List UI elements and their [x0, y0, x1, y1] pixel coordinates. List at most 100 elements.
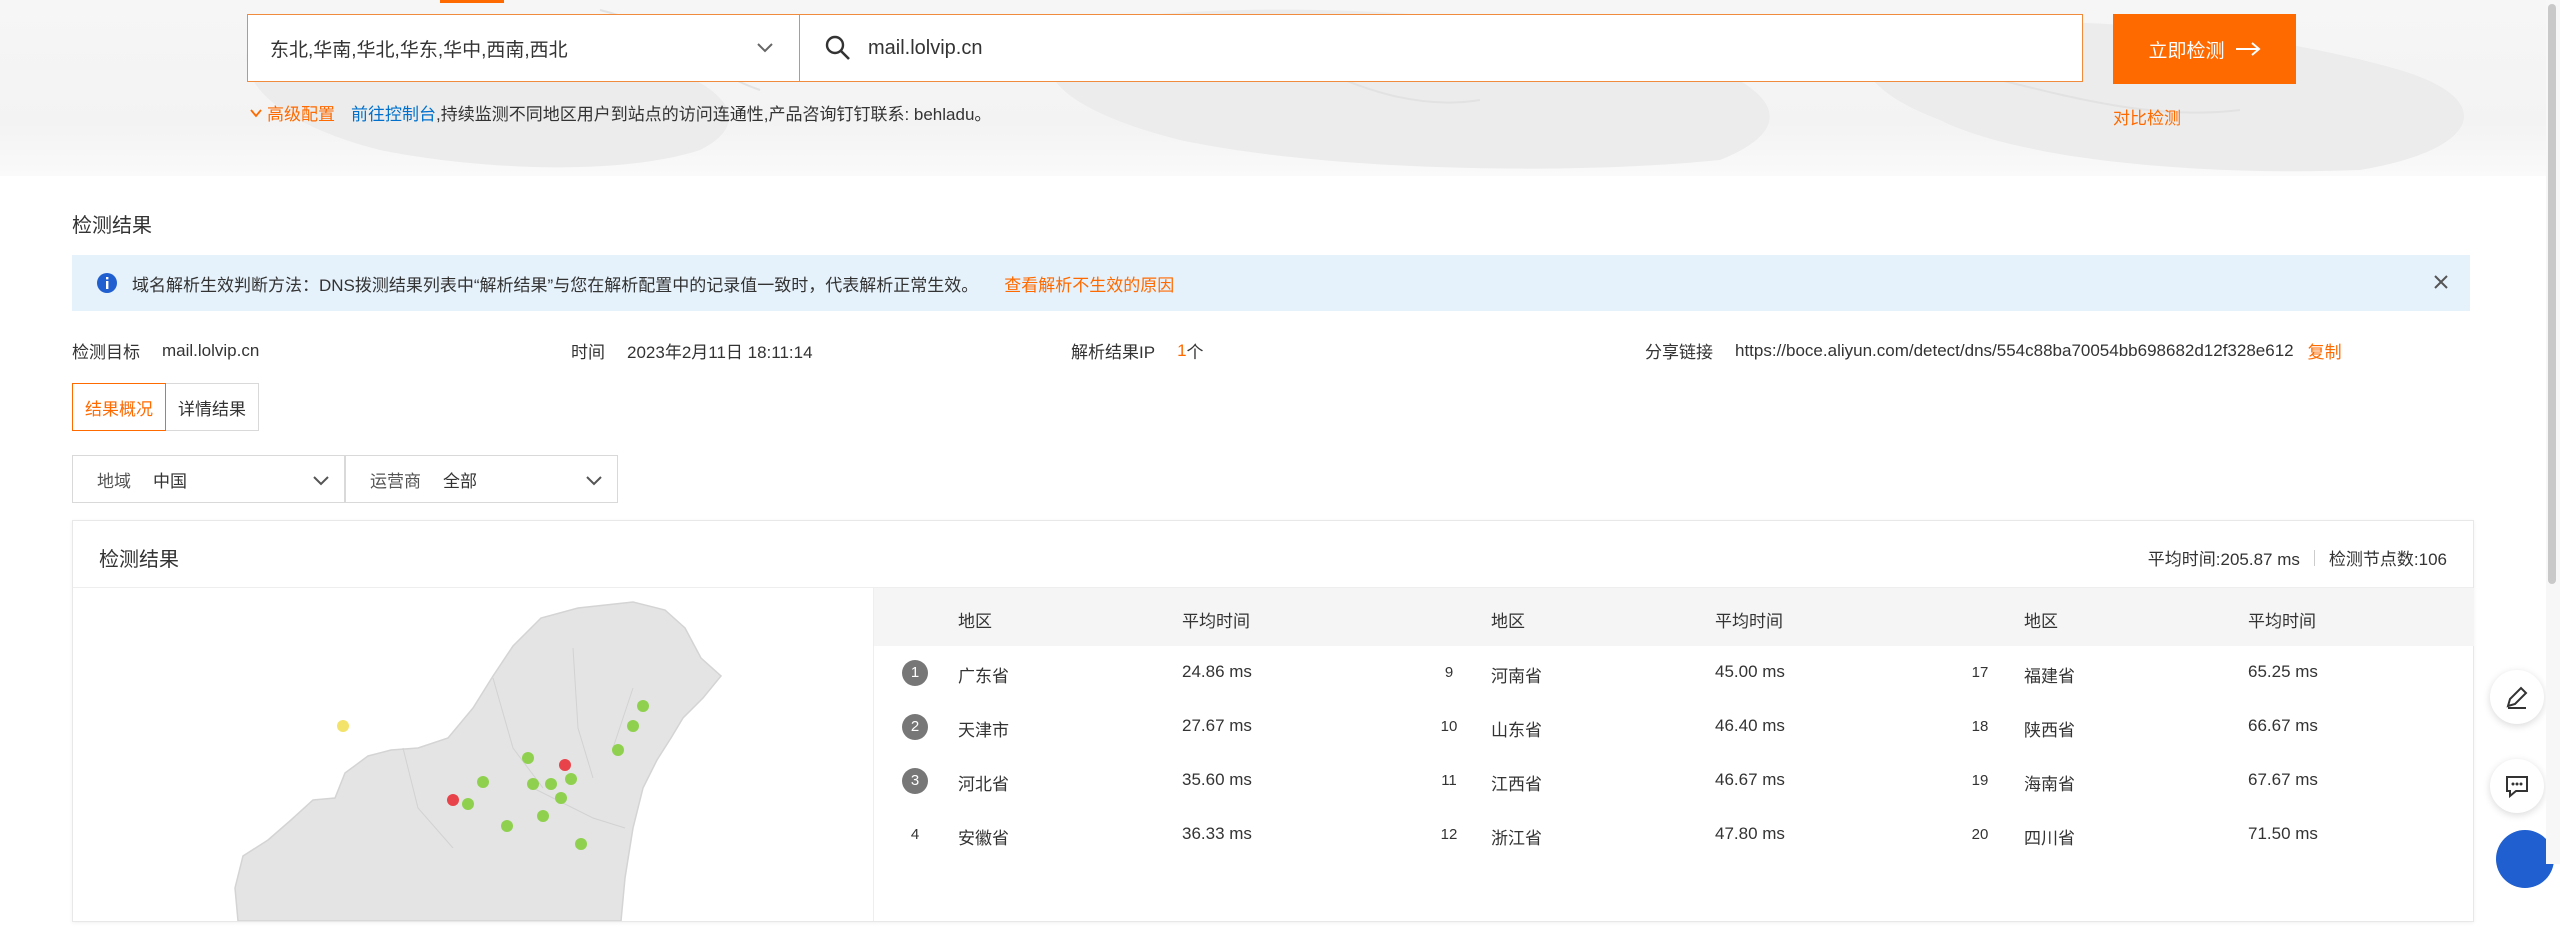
table-row: 1 广东省 24.86 ms 9 河南省 45.00 ms 17 福建省 65.…: [874, 646, 2474, 700]
region-filter-select[interactable]: 地域 中国: [72, 455, 345, 503]
map-node-yellow[interactable]: [337, 720, 349, 732]
node-count-stat: 检测节点数:106: [2328, 550, 2447, 569]
page-scrollbar[interactable]: [2546, 0, 2560, 864]
region-cell: 天津市: [958, 721, 1009, 740]
rank-badge: 11: [1441, 772, 1457, 789]
rank-badge: 12: [1440, 826, 1458, 843]
map-node-green[interactable]: [501, 820, 513, 832]
result-tabs: 结果概况 详情结果: [72, 383, 259, 431]
results-section-title: 检测结果: [72, 215, 152, 237]
info-icon: [97, 273, 117, 293]
chevron-down-icon: [250, 108, 262, 117]
pencil-icon: [2506, 686, 2528, 709]
rank-badge: 1: [902, 660, 928, 686]
region-ranking-table: 地区 平均时间 地区 平均时间 地区 平均时间 1 广东省 24.86 ms 9…: [873, 588, 2474, 921]
notice-text: 域名解析生效判断方法：DNS拨测结果列表中“解析结果”与您在解析配置中的记录值一…: [132, 275, 979, 295]
isp-filter-select[interactable]: 运营商 全部: [345, 455, 618, 503]
isp-filter-label: 运营商: [370, 471, 421, 491]
scrollbar-thumb[interactable]: [2548, 4, 2556, 584]
rank-badge: 10: [1440, 718, 1458, 735]
tab-details[interactable]: 详情结果: [166, 383, 259, 431]
region-cell: 河南省: [1491, 667, 1542, 686]
map-node-green[interactable]: [555, 792, 567, 804]
table-header: 地区 平均时间 地区 平均时间 地区 平均时间: [874, 588, 2474, 646]
detect-now-button[interactable]: 立即检测: [2113, 14, 2296, 84]
chevron-down-icon: [586, 476, 602, 486]
average-time-stat: 平均时间:205.87 ms: [2147, 550, 2300, 569]
avg-time-cell: 45.00 ms: [1715, 662, 1785, 681]
chevron-down-icon: [757, 43, 773, 53]
domain-input[interactable]: [866, 35, 1970, 61]
detect-time: 时间 2023年2月11日 18:11:14: [571, 338, 813, 363]
result-summary-card: 检测结果 平均时间:205.87 ms 检测节点数:106 地区 平均时间 地区…: [72, 520, 2474, 922]
rank-badge: 17: [1971, 664, 1989, 681]
share-link-url: https://boce.aliyun.com/detect/dns/554c8…: [1735, 340, 2294, 360]
chat-support-button[interactable]: [2490, 759, 2544, 813]
region-cell: 广东省: [958, 667, 1009, 686]
region-select-value: 东北,华南,华北,华东,华中,西南,西北: [270, 39, 568, 61]
domain-search-box[interactable]: [799, 14, 2083, 82]
notice-reason-link[interactable]: 查看解析不生效的原因: [1004, 271, 1174, 296]
copy-link-button[interactable]: 复制: [2308, 338, 2342, 363]
map-node-green[interactable]: [462, 798, 474, 810]
advanced-config-toggle[interactable]: 高级配置: [249, 100, 335, 125]
arrow-right-icon: [2235, 42, 2261, 56]
map-node-green[interactable]: [612, 744, 624, 756]
compare-detect-link[interactable]: 对比检测: [2113, 104, 2181, 129]
rank-badge: 2: [902, 714, 928, 740]
edit-feedback-button[interactable]: [2490, 670, 2544, 724]
resolved-ip-count: 解析结果IP 1 个: [1071, 338, 1204, 363]
map-node-green[interactable]: [477, 776, 489, 788]
dns-notice-banner: 域名解析生效判断方法：DNS拨测结果列表中“解析结果”与您在解析配置中的记录值一…: [72, 255, 2470, 311]
rank-badge: 4: [910, 826, 920, 843]
table-row: 2 天津市 27.67 ms 10 山东省 46.40 ms 18 陕西省 66…: [874, 700, 2474, 754]
china-map: [73, 588, 873, 922]
rank-badge: 19: [1971, 772, 1989, 789]
col-header-avg-time: 平均时间: [1182, 612, 1250, 631]
avg-time-cell: 46.40 ms: [1715, 716, 1785, 735]
chat-icon: [2506, 776, 2528, 799]
stats-divider: [2313, 549, 2315, 566]
console-link[interactable]: 前往控制台: [351, 100, 436, 125]
close-icon[interactable]: [2432, 273, 2450, 291]
avg-time-cell: 24.86 ms: [1182, 662, 1252, 681]
region-multi-select[interactable]: 东北,华南,华北,华东,华中,西南,西北: [247, 14, 799, 82]
avg-time-cell: 47.80 ms: [1715, 824, 1785, 843]
map-node-green[interactable]: [537, 810, 549, 822]
search-icon: [825, 35, 850, 60]
map-node-green[interactable]: [627, 720, 639, 732]
region-cell: 陕西省: [2024, 721, 2075, 740]
map-node-green[interactable]: [565, 773, 577, 785]
share-link: 分享链接 https://boce.aliyun.com/detect/dns/…: [1645, 338, 2342, 363]
region-cell: 海南省: [2024, 775, 2075, 794]
map-node-red[interactable]: [447, 794, 459, 806]
avg-time-cell: 35.60 ms: [1182, 770, 1252, 789]
tab-overview[interactable]: 结果概况: [72, 383, 166, 431]
map-node-green[interactable]: [545, 778, 557, 790]
avg-time-cell: 36.33 ms: [1182, 824, 1252, 843]
region-filter-label: 地域: [97, 471, 131, 491]
resolved-ip-number[interactable]: 1: [1177, 341, 1186, 361]
region-cell: 江西省: [1491, 775, 1542, 794]
region-cell: 安徽省: [958, 829, 1009, 848]
table-row: 4 安徽省 36.33 ms 12 浙江省 47.80 ms 20 四川省 71…: [874, 808, 2474, 862]
avg-time-cell: 27.67 ms: [1182, 716, 1252, 735]
card-stats: 平均时间:205.87 ms 检测节点数:106: [2148, 545, 2447, 570]
map-node-red[interactable]: [559, 759, 571, 771]
col-header-avg-time: 平均时间: [2248, 612, 2316, 631]
detect-time-label: 时间: [571, 343, 605, 362]
isp-filter-value: 全部: [443, 471, 477, 491]
region-cell: 山东省: [1491, 721, 1542, 740]
map-node-green[interactable]: [527, 778, 539, 790]
avg-time-cell: 67.67 ms: [2248, 770, 2318, 789]
table-row: 3 河北省 35.60 ms 11 江西省 46.67 ms 19 海南省 67…: [874, 754, 2474, 808]
map-node-green[interactable]: [575, 838, 587, 850]
map-node-green[interactable]: [637, 700, 649, 712]
avg-time-cell: 46.67 ms: [1715, 770, 1785, 789]
region-filter-value: 中国: [153, 471, 187, 491]
card-title: 检测结果: [99, 549, 179, 571]
search-helper-line: 高级配置 前往控制台 ,持续监测不同地区用户到站点的访问连通性,产品咨询钉钉联系…: [249, 100, 991, 125]
map-node-green[interactable]: [522, 752, 534, 764]
avg-time-cell: 66.67 ms: [2248, 716, 2318, 735]
console-description: ,持续监测不同地区用户到站点的访问连通性,产品咨询钉钉联系: behladu。: [436, 105, 992, 124]
